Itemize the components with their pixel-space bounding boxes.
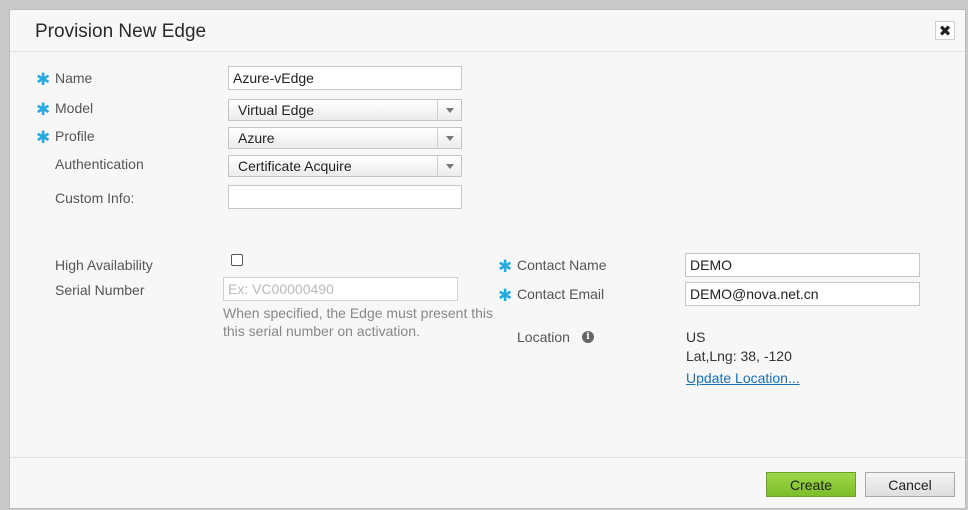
authentication-label: Authentication: [55, 156, 144, 172]
contact-email-label: Contact Email: [517, 286, 605, 302]
update-location-link[interactable]: Update Location...: [686, 370, 800, 386]
custom-info-input[interactable]: [228, 185, 462, 209]
authentication-select-value: Certificate Acquire: [238, 158, 352, 174]
location-label: Location: [517, 329, 570, 345]
chevron-down-icon: [437, 100, 461, 120]
high-availability-checkbox[interactable]: [231, 254, 243, 266]
model-select-value: Virtual Edge: [238, 102, 315, 118]
dialog-header: Provision New Edge ✖: [10, 10, 965, 52]
provision-edge-dialog: Provision New Edge ✖ ✱ Name ✱ Model Virt…: [9, 9, 966, 509]
info-icon[interactable]: i: [582, 331, 594, 343]
authentication-select[interactable]: Certificate Acquire: [228, 155, 462, 177]
model-label: Model: [55, 100, 94, 116]
required-icon: ✱: [36, 128, 51, 147]
required-icon: ✱: [498, 286, 513, 305]
dialog-title: Provision New Edge: [35, 21, 207, 42]
model-select[interactable]: Virtual Edge: [228, 99, 462, 121]
location-latlng: Lat,Lng: 38, -120: [686, 348, 792, 364]
serial-number-hint-line2: this serial number on activation.: [223, 323, 420, 339]
required-icon: ✱: [36, 100, 51, 119]
profile-select-value: Azure: [238, 130, 275, 146]
dialog-footer: Create Cancel: [10, 457, 965, 510]
create-button[interactable]: Create: [766, 472, 856, 497]
high-availability-label: High Availability: [55, 257, 153, 273]
profile-select[interactable]: Azure: [228, 127, 462, 149]
chevron-down-icon: [437, 156, 461, 176]
required-icon: ✱: [36, 70, 51, 89]
serial-number-label: Serial Number: [55, 282, 145, 298]
contact-name-input[interactable]: [685, 253, 920, 277]
location-country: US: [686, 329, 706, 345]
profile-label: Profile: [55, 128, 95, 144]
cancel-button[interactable]: Cancel: [865, 472, 955, 497]
serial-number-hint-line1: When specified, the Edge must present th…: [223, 305, 494, 321]
close-button[interactable]: ✖: [935, 21, 955, 40]
required-icon: ✱: [498, 257, 513, 276]
contact-name-label: Contact Name: [517, 257, 607, 273]
close-icon: ✖: [938, 22, 952, 40]
name-input[interactable]: [228, 66, 462, 90]
contact-email-input[interactable]: [685, 282, 920, 306]
name-label: Name: [55, 70, 93, 86]
serial-number-input[interactable]: [223, 277, 458, 301]
custom-info-label: Custom Info:: [55, 190, 135, 206]
chevron-down-icon: [437, 128, 461, 148]
